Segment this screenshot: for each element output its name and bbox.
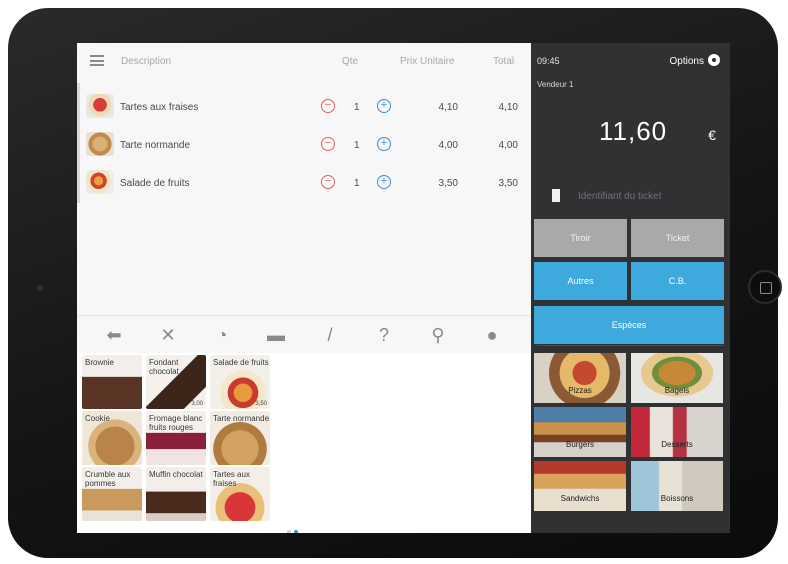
product-tile[interactable]: Tartes aux fraises — [210, 467, 270, 521]
item-total: 4,10 — [498, 102, 518, 113]
order-panel: Description Qte Prix Unitaire Total Tart… — [77, 43, 531, 533]
product-tile[interactable]: Crumble aux pommes — [82, 467, 142, 521]
gear-icon[interactable] — [708, 54, 720, 66]
item-qty: 1 — [354, 140, 360, 151]
category-burgers[interactable]: Burgers — [534, 407, 626, 457]
order-row[interactable]: Tarte normande − 1 + 4,00 4,00 — [80, 127, 531, 165]
cash-payment-button[interactable]: Espèces — [534, 306, 724, 344]
increase-qty-button[interactable]: + — [377, 137, 391, 151]
product-label: Fondant chocolat — [149, 358, 179, 376]
category-label: Sandwichs — [560, 494, 600, 503]
home-button[interactable] — [748, 270, 782, 304]
item-total: 3,50 — [498, 178, 518, 189]
category-label: Boissons — [660, 494, 694, 503]
item-name: Tarte normande — [120, 140, 191, 151]
timer-icon[interactable]: ◔ — [210, 324, 234, 346]
product-label: Salade de fruits — [213, 358, 269, 367]
unit-price-header: Prix Unitaire — [400, 56, 455, 67]
camera — [37, 285, 43, 291]
page-dot[interactable] — [287, 530, 291, 533]
product-label: Crumble aux pommes — [85, 470, 131, 488]
item-unit-price: 3,50 — [438, 178, 458, 189]
increase-qty-button[interactable]: + — [377, 175, 391, 189]
total-header: Total — [493, 56, 515, 67]
category-sandwichs[interactable]: Sandwichs — [534, 461, 626, 511]
product-tile[interactable]: Fromage blanc fruits rouges — [146, 411, 206, 465]
currency-symbol: € — [708, 127, 716, 143]
item-unit-price: 4,00 — [438, 140, 458, 151]
product-tile[interactable]: Muffin chocolat — [146, 467, 206, 521]
item-name: Salade de fruits — [120, 178, 190, 189]
product-grid: Brownie 3,00 Fondant chocolat 3,00 Salad… — [77, 353, 531, 533]
search-icon[interactable]: ⚲ — [426, 324, 450, 346]
category-label: Bagels — [664, 386, 690, 395]
description-header: Description — [121, 56, 172, 67]
product-thumb — [86, 94, 114, 118]
action-toolbar: ⬅ ✕ ◔ ▬ / ? ⚲ ● — [77, 315, 531, 351]
product-label: Muffin chocolat — [149, 470, 203, 479]
qty-header: Qte — [342, 56, 359, 67]
decrease-qty-button[interactable]: − — [321, 99, 335, 113]
product-label: Cookie — [85, 414, 110, 423]
pencil-icon[interactable]: / — [318, 324, 342, 346]
options-button[interactable]: Options — [670, 56, 704, 67]
seller-label: Vendeur 1 — [537, 80, 574, 89]
product-tile[interactable]: Fondant chocolat 3,00 — [146, 355, 206, 409]
clock: 09:45 — [537, 56, 560, 66]
category-desserts[interactable]: Desserts — [631, 407, 723, 457]
drawer-button[interactable]: Tiroir — [534, 219, 627, 257]
other-payment-button[interactable]: Autres — [534, 262, 627, 300]
item-unit-price: 4,10 — [438, 102, 458, 113]
product-price: 3,00 — [127, 401, 139, 407]
product-tile[interactable]: Salade de fruits 3,50 — [210, 355, 270, 409]
product-label: Fromage blanc fruits rouges — [149, 414, 203, 432]
product-price: 3,00 — [191, 401, 203, 407]
ticket-icon — [552, 189, 560, 202]
product-price: 3,50 — [255, 401, 267, 407]
item-qty: 1 — [354, 178, 360, 189]
item-total: 4,00 — [498, 140, 518, 151]
category-pizzas[interactable]: Pizzas — [534, 353, 626, 403]
back-arrow-icon[interactable]: ⬅ — [102, 324, 126, 346]
decrease-qty-button[interactable]: − — [321, 175, 335, 189]
user-icon[interactable]: ● — [480, 324, 504, 346]
cash-register-icon[interactable]: ▬ — [264, 324, 288, 346]
divider — [537, 345, 724, 346]
page-indicator[interactable] — [287, 521, 301, 533]
pos-screen: Description Qte Prix Unitaire Total Tart… — [77, 43, 730, 533]
order-row[interactable]: Tartes aux fraises − 1 + 4,10 4,10 — [80, 89, 531, 127]
product-label: Tarte normande — [213, 414, 270, 423]
product-label: Tartes aux fraises — [213, 470, 250, 488]
product-tile[interactable]: Tarte normande — [210, 411, 270, 465]
product-tile[interactable]: Cookie — [82, 411, 142, 465]
item-name: Tartes aux fraises — [120, 102, 199, 113]
decrease-qty-button[interactable]: − — [321, 137, 335, 151]
menu-icon[interactable] — [90, 55, 104, 66]
order-row[interactable]: Salade de fruits − 1 + 3,50 3,50 — [80, 165, 531, 203]
product-label: Brownie — [85, 358, 114, 367]
category-label: Desserts — [661, 440, 693, 449]
card-payment-button[interactable]: C.B. — [631, 262, 724, 300]
ticket-id-field[interactable]: Identifiant du ticket — [578, 191, 661, 202]
category-label: Pizzas — [568, 386, 592, 395]
category-boissons[interactable]: Boissons — [631, 461, 723, 511]
product-tile[interactable]: Brownie 3,00 — [82, 355, 142, 409]
total-amount: 11,60 — [599, 116, 668, 146]
order-header: Description Qte Prix Unitaire Total — [77, 43, 531, 79]
help-icon[interactable]: ? — [372, 324, 396, 346]
register-panel: 09:45 Options Vendeur 1 11,60 € Identifi… — [531, 43, 730, 533]
ticket-button[interactable]: Ticket — [631, 219, 724, 257]
product-thumb — [86, 132, 114, 156]
order-list: Tartes aux fraises − 1 + 4,10 4,10 Tarte… — [77, 83, 531, 203]
category-bagels[interactable]: Bagels — [631, 353, 723, 403]
category-label: Burgers — [565, 440, 594, 449]
product-thumb — [86, 170, 114, 194]
increase-qty-button[interactable]: + — [377, 99, 391, 113]
close-icon[interactable]: ✕ — [156, 324, 180, 346]
page-dot-active[interactable] — [294, 530, 298, 533]
item-qty: 1 — [354, 102, 360, 113]
